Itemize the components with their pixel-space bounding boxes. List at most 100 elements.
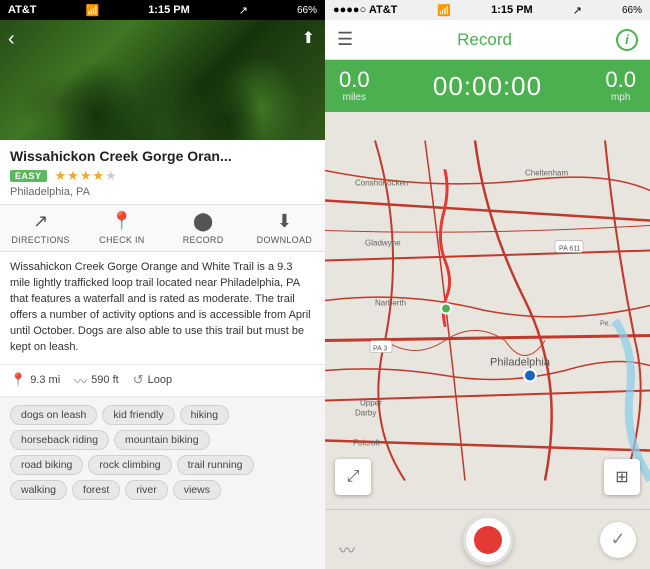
svg-text:Folcroft: Folcroft (353, 439, 380, 448)
tags-row-2: horseback riding mountain biking (10, 430, 315, 450)
type-value: Loop (148, 374, 172, 386)
tag-hiking[interactable]: hiking (180, 405, 229, 425)
download-button[interactable]: ⬇ DOWNLOAD (244, 211, 325, 245)
tag-dogs-on-leash[interactable]: dogs on leash (10, 405, 97, 425)
tags-section: dogs on leash kid friendly hiking horseb… (0, 397, 325, 569)
record-button-left[interactable]: ⬤ RECORD (163, 211, 244, 245)
share-button[interactable]: ⬆ (302, 28, 315, 48)
trail-meta: EASY ★★★★★ (10, 168, 315, 184)
miles-value: 0.0 (339, 69, 370, 91)
time-right: 1:15 PM (491, 4, 533, 16)
record-header: ☰ Record i (325, 20, 650, 60)
miles-stat: 0.0 miles (339, 69, 370, 103)
record-dot (474, 526, 502, 554)
download-label: DOWNLOAD (257, 235, 312, 245)
svg-text:Darby: Darby (355, 409, 376, 418)
svg-text:Upper: Upper (360, 399, 382, 408)
carrier-right: ●●●●○ AT&T (333, 4, 397, 16)
expand-icon: ⤢ (347, 468, 360, 486)
timer-stat: 00:00:00 (433, 71, 542, 102)
hero-image: ‹ ⬆ (0, 20, 325, 140)
star-rating: ★★★★★ (55, 168, 118, 184)
tag-rock-climbing[interactable]: rock climbing (88, 455, 171, 475)
difficulty-badge: EASY (10, 170, 47, 182)
svg-text:Gladwyne: Gladwyne (365, 239, 401, 248)
time-left: 1:15 PM (148, 4, 190, 16)
svg-text:Pe...: Pe... (600, 321, 614, 328)
info-button[interactable]: i (616, 29, 638, 51)
tag-walking[interactable]: walking (10, 480, 67, 500)
tags-row-1: dogs on leash kid friendly hiking (10, 405, 315, 425)
elevation-stat: 〰 590 ft (74, 371, 119, 390)
tag-road-biking[interactable]: road biking (10, 455, 83, 475)
checkin-icon: 📍 (111, 211, 133, 232)
tag-river[interactable]: river (125, 480, 167, 500)
distance-value: 9.3 mi (30, 374, 60, 386)
directions-label: DIRECTIONS (11, 235, 70, 245)
tag-forest[interactable]: forest (72, 480, 120, 500)
back-button[interactable]: ‹ (8, 28, 15, 51)
record-bottom-bar: 〰 ✓ (325, 509, 650, 569)
trail-description: Wissahickon Creek Gorge Orange and White… (0, 252, 325, 365)
trail-name: Wissahickon Creek Gorge Oran... (10, 148, 315, 164)
svg-text:Conshohocken: Conshohocken (355, 179, 408, 188)
tags-row-3: road biking rock climbing trail running (10, 455, 315, 475)
hamburger-icon[interactable]: ☰ (337, 29, 353, 50)
svg-text:PA 611: PA 611 (559, 246, 581, 253)
wifi-right: 📶 (437, 4, 451, 17)
hero-overlay (0, 20, 325, 140)
svg-text:Narberth: Narberth (375, 299, 406, 308)
half-star: ★ (105, 168, 118, 183)
directions-icon: ↗ (33, 211, 48, 232)
info-icon-label: i (625, 32, 629, 47)
checkin-button[interactable]: 📍 CHECK IN (81, 211, 162, 245)
record-icon: ⬤ (193, 211, 213, 232)
layers-icon: ⊞ (615, 467, 628, 487)
distance-icon: 📍 (10, 372, 26, 388)
arrow-left: ↗ (239, 4, 248, 17)
battery-right: 66% (622, 5, 642, 16)
checkin-label: CHECK IN (99, 235, 144, 245)
tag-views[interactable]: views (173, 480, 221, 500)
map-container[interactable]: Conshohocken Cheltenham Gladwyne Narbert… (325, 112, 650, 509)
compass-button[interactable]: ✓ (600, 522, 636, 558)
tag-mountain-biking[interactable]: mountain biking (114, 430, 210, 450)
tag-kid-friendly[interactable]: kid friendly (102, 405, 174, 425)
elevation-icon: 〰 (74, 371, 87, 390)
record-label: RECORD (183, 235, 224, 245)
directions-button[interactable]: ↗ DIRECTIONS (0, 211, 81, 245)
type-stat: ↺ Loop (133, 372, 172, 388)
compass-icon: ✓ (610, 529, 625, 550)
tag-horseback-riding[interactable]: horseback riding (10, 430, 109, 450)
record-stats-bar: 0.0 miles 00:00:00 0.0 mph (325, 60, 650, 112)
carrier-left: AT&T (8, 4, 37, 16)
right-panel: ●●●●○ AT&T 📶 1:15 PM ↗ 66% ☰ Record i 0.… (325, 0, 650, 569)
svg-text:Philadelphia: Philadelphia (490, 357, 551, 369)
map-expand-button[interactable]: ⤢ (335, 459, 371, 495)
waveform-button[interactable]: 〰 (339, 537, 355, 561)
elevation-value: 590 ft (91, 374, 119, 386)
status-bar-right: ●●●●○ AT&T 📶 1:15 PM ↗ 66% (325, 0, 650, 20)
miles-unit: miles (343, 92, 366, 103)
action-bar: ↗ DIRECTIONS 📍 CHECK IN ⬤ RECORD ⬇ DOWNL… (0, 205, 325, 252)
mph-stat: 0.0 mph (605, 69, 636, 103)
start-record-button[interactable] (463, 515, 513, 565)
download-icon: ⬇ (277, 211, 292, 232)
type-icon: ↺ (133, 372, 144, 388)
left-panel: AT&T 📶 1:15 PM ↗ 66% ‹ ⬆ Wissahickon Cre… (0, 0, 325, 569)
svg-text:Cheltenham: Cheltenham (525, 169, 568, 178)
wifi-left: 📶 (86, 4, 100, 17)
status-bar-left: AT&T 📶 1:15 PM ↗ 66% (0, 0, 325, 20)
trail-location: Philadelphia, PA (10, 186, 315, 198)
map-layers-button[interactable]: ⊞ (604, 459, 640, 495)
tags-row-4: walking forest river views (10, 480, 315, 500)
mph-value: 0.0 (605, 69, 636, 91)
tag-trail-running[interactable]: trail running (177, 455, 254, 475)
timer-value: 00:00:00 (433, 71, 542, 102)
record-title: Record (457, 30, 512, 50)
arrow-right: ↗ (573, 4, 582, 17)
stats-row: 📍 9.3 mi 〰 590 ft ↺ Loop (0, 365, 325, 397)
battery-left: 66% (297, 5, 317, 16)
map-svg: Conshohocken Cheltenham Gladwyne Narbert… (325, 112, 650, 509)
mph-unit: mph (611, 92, 630, 103)
